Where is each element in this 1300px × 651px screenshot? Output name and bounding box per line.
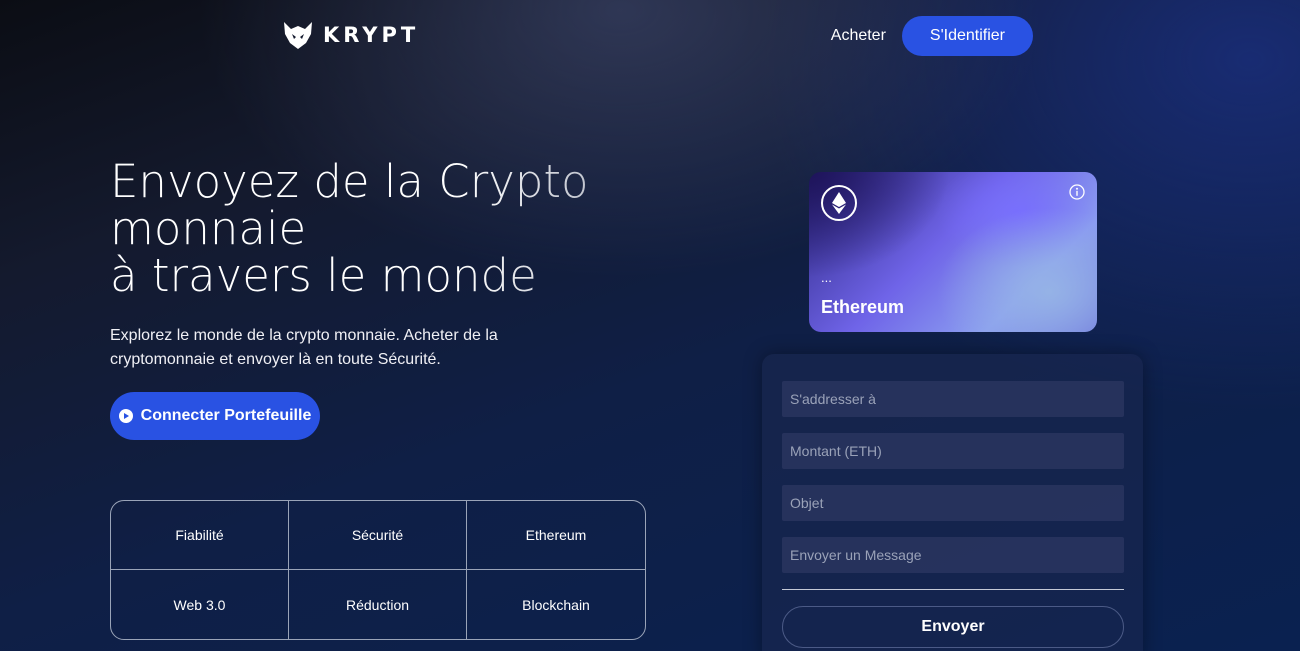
- hero-title-line-2: monnaie: [110, 202, 307, 255]
- brand-name: KRYPT: [323, 23, 420, 47]
- transfer-form: Envoyer: [762, 354, 1143, 651]
- form-divider: [782, 589, 1124, 590]
- ethereum-badge: [821, 185, 857, 221]
- feature-ethereum: Ethereum: [467, 501, 645, 570]
- card-network-name: Ethereum: [821, 297, 905, 317]
- features-grid: Fiabilité Sécurité Ethereum Web 3.0 Rédu…: [110, 500, 646, 640]
- hero-title-line-1: Envoyez de la Crypto: [110, 155, 589, 208]
- feature-reliability: Fiabilité: [111, 501, 289, 570]
- amount-input[interactable]: [782, 433, 1124, 469]
- feature-web3: Web 3.0: [111, 570, 289, 639]
- nav-buy-link[interactable]: Acheter: [831, 27, 886, 45]
- ethereum-icon: [832, 192, 846, 214]
- hero-title: Envoyez de la Crypto monnaie à travers l…: [110, 158, 670, 299]
- connect-wallet-label: Connecter Portefeuille: [140, 407, 312, 424]
- play-circle-icon: [118, 409, 133, 423]
- hero-title-line-3: à travers le monde: [110, 249, 537, 302]
- info-icon[interactable]: [1069, 184, 1085, 200]
- login-button[interactable]: S'Identifier: [901, 16, 1033, 56]
- top-nav: Acheter S'Identifier: [831, 16, 1033, 56]
- fox-logo-icon: [284, 22, 312, 49]
- brand-logo[interactable]: KRYPT: [281, 18, 419, 52]
- hero-subtitle: Explorez le monde de la crypto monnaie. …: [110, 327, 498, 368]
- keyword-input[interactable]: [782, 485, 1124, 521]
- address-to-input[interactable]: [782, 381, 1124, 417]
- message-input[interactable]: [782, 537, 1124, 573]
- feature-blockchain: Blockchain: [522, 596, 590, 613]
- card-address: ...: [821, 270, 832, 285]
- connect-wallet-button[interactable]: Connecter Portefeuille: [110, 392, 320, 440]
- ethereum-card: ... Ethereum: [809, 172, 1097, 332]
- feature-low-fees: Réduction: [289, 570, 467, 639]
- feature-security: Sécurité: [289, 501, 467, 570]
- send-button[interactable]: Envoyer: [782, 606, 1124, 648]
